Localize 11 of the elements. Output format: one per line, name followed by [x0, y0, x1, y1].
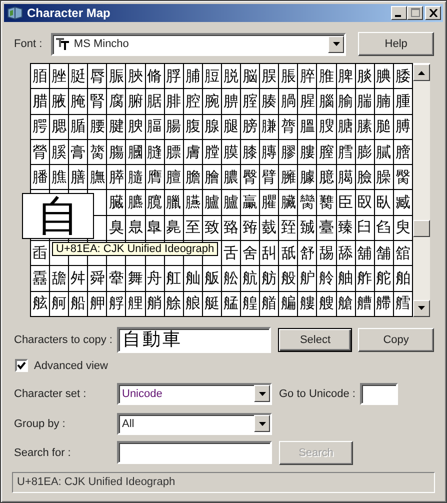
tooltip: U+81EA: CJK Unified Ideograph — [52, 242, 218, 256]
font-label: Font : — [14, 38, 44, 50]
group-by-label: Group by : — [14, 418, 66, 430]
search-for-label: Search for : — [14, 446, 72, 459]
magnified-character-tooltip: 自 — [22, 193, 94, 239]
status-bar: U+81EA: CJK Unified Ideograph — [12, 472, 435, 493]
advanced-view-label: Advanced view — [34, 360, 108, 372]
character-set-label: Character set : — [14, 388, 88, 400]
go-to-unicode-label: Go to Unicode : — [279, 388, 356, 400]
characters-to-copy-label: Characters to copy : — [14, 334, 114, 346]
window-title: Character Map — [27, 6, 112, 20]
